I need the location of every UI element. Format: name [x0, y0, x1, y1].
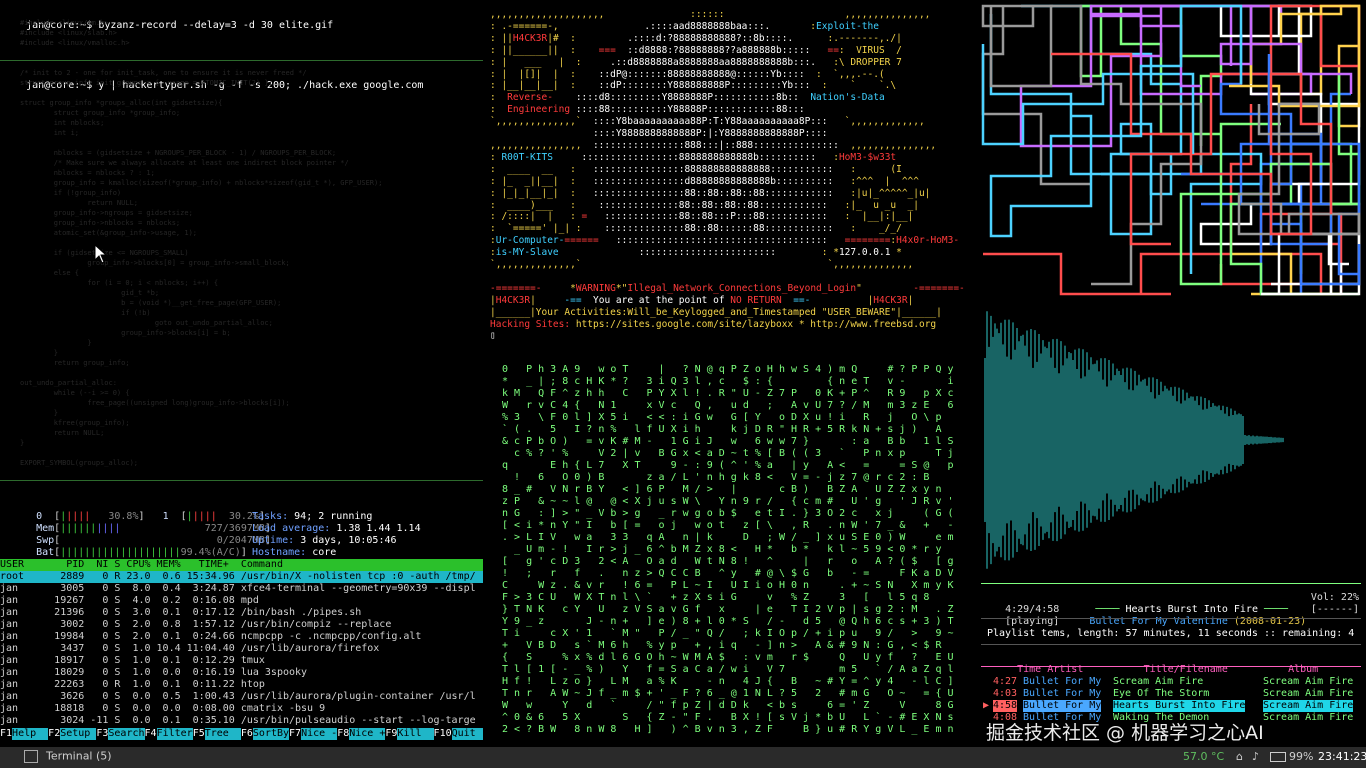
playlist-artist: Bullet For My	[1023, 676, 1102, 687]
process-row[interactable]: root 2889 0 R 23.0 0.6 15:34.96 /usr/bin…	[0, 571, 483, 583]
playlist-album: Scream Aim Fire	[1263, 688, 1354, 699]
htop-pane[interactable]: 0 [||||| 30.8%] 1 [||||| 30.2%] Mem[||||…	[0, 480, 483, 742]
process-row[interactable]: jan 3437 0 S 1.0 10.4 11:04.40 /usr/lib/…	[0, 643, 483, 655]
function-key-label[interactable]: Nice +	[349, 728, 386, 740]
function-key-label[interactable]: SortBy	[252, 728, 290, 740]
hacker-tag: H4CK3R	[512, 32, 548, 44]
player-flags: [------]	[1310, 604, 1359, 615]
warning-label: WARNING	[575, 282, 616, 294]
function-key: F3	[96, 728, 109, 739]
current-track-marker: ▶	[983, 700, 990, 711]
volume-icon[interactable]: ♪	[1252, 751, 1259, 763]
function-key: F8	[337, 728, 350, 739]
process-table-header[interactable]: USER PID NI S CPU% MEM% TIME+ Command	[0, 559, 483, 571]
process-row[interactable]: jan 3024 -11 S 0.0 0.1 0:35.10 /usr/bin/…	[0, 715, 483, 727]
no-return-text: NO RETURN	[730, 294, 782, 306]
terminal-pane-top[interactable]: jan@core:~$ byzanz-record --delay=3 -d 3…	[0, 4, 483, 478]
function-key: F2	[48, 728, 61, 739]
playlist-title: Scream Aim Fire	[1113, 676, 1204, 687]
function-key: F1	[0, 728, 13, 739]
playlist-album: Scream Aim Fire	[1263, 676, 1354, 687]
function-key-label[interactable]: Nice -	[301, 728, 338, 740]
battery-level: 99%	[1289, 750, 1314, 763]
pipes-pane[interactable]	[981, 4, 1361, 296]
watermark: 掘金技术社区 @ 机器学习之心AI	[986, 722, 1264, 744]
playlist-time: 4:27	[993, 676, 1018, 687]
playlist-artist: Bullet For My	[1023, 700, 1102, 712]
playlist-artist: Bullet For My	[1023, 688, 1102, 699]
battery-icon[interactable]	[1270, 752, 1286, 762]
cmatrix-pane[interactable]: 0 P h 3 A 9 w o T | ? N @ q P Z o H h w …	[488, 362, 972, 742]
function-key-label[interactable]: Help	[12, 728, 49, 740]
process-row[interactable]: jan 3626 0 S 0.0 0.5 1:00.43 /usr/lib/au…	[0, 691, 483, 703]
taskbar: Terminal (5) 掘金技术社区 @ 机器学习之心AI 57.0 °C ⌂…	[0, 722, 1366, 768]
playlist-title: Hearts Burst Into Fire	[1113, 700, 1246, 712]
warning-message: Illegal_Network_Connections_Beyond_Login	[627, 282, 857, 294]
ascii-banner: ,,,,,,,,,,,,,,,,,,,, :::::: ,,,,,,,,,,,,…	[490, 9, 965, 342]
process-row[interactable]: jan 19984 0 S 2.0 0.1 0:24.66 ncmpcpp -c…	[0, 631, 483, 643]
function-key: F6	[240, 728, 253, 739]
terminal-icon	[24, 750, 38, 763]
function-key-label[interactable]: Filter	[156, 728, 193, 740]
playlist-title: Eye Of The Storm	[1113, 688, 1210, 699]
hackertyper-code: #include <linux/mm.h> #include <linux/sl…	[20, 19, 383, 467]
task-label: Terminal (5)	[46, 749, 112, 763]
volume-indicator: Vol: 22%	[1310, 592, 1359, 603]
matrix-rain: 0 P h 3 A 9 w o T | ? N @ q P Z o H h w …	[502, 364, 954, 735]
temperature: 57.0 °C	[1183, 750, 1225, 763]
process-row[interactable]: jan 3002 0 S 2.0 0.8 1:57.12 /usr/bin/co…	[0, 619, 483, 631]
function-key: F4	[144, 728, 157, 739]
function-key-label[interactable]: Search	[108, 728, 145, 740]
function-key: F5	[192, 728, 205, 739]
playlist-row[interactable]: 4:58 Bullet For My Hearts Burst Into Fire S…	[981, 700, 1361, 712]
function-key: F7	[289, 728, 302, 739]
hacker-banner-pane[interactable]: ,,,,,,,,,,,,,,,,,,,, :::::: ,,,,,,,,,,,,…	[488, 4, 972, 358]
audio-visualizer	[984, 311, 1284, 569]
function-key: F10	[433, 728, 452, 739]
process-row[interactable]: jan 21396 0 S 3.0 0.1 0:17.12 /bin/bash …	[0, 607, 483, 619]
playlist-album: Scream Aim Fire	[1263, 712, 1354, 723]
htop-info: Tasks: 94; 2 running Load average: 1.38 …	[252, 511, 421, 558]
playlist-row[interactable]: 4:27 Bullet For My Scream Aim Fire Scream A…	[981, 676, 1361, 688]
htop-function-keys: F1Help F2Setup F3SearchF4FilterF5Tree F6…	[0, 728, 483, 740]
mouse-pointer-icon	[94, 244, 108, 264]
process-row[interactable]: jan 19267 0 S 4.0 0.2 0:16.08 mpd	[0, 595, 483, 607]
process-row[interactable]: jan 3005 0 S 8.0 0.4 3:24.87 xfce4-termi…	[0, 583, 483, 595]
playlist-info: Playlist tems, length: 57 minutes, 11 se…	[987, 628, 1355, 639]
playlist-time: 4:03	[993, 688, 1018, 699]
process-row[interactable]: jan 22263 0 R 1.0 0.1 0:11.22 htop	[0, 679, 483, 691]
function-key-label[interactable]: Quit	[451, 728, 483, 740]
clock: 23:41:23	[1318, 750, 1366, 763]
pipes-animation	[981, 4, 1361, 296]
terminal-task-button[interactable]: Terminal (5)	[24, 750, 112, 763]
function-key-label[interactable]: Kill	[397, 728, 434, 740]
process-row[interactable]: jan 18917 0 S 1.0 0.1 0:12.29 tmux	[0, 655, 483, 667]
process-row[interactable]: jan 18818 0 S 0.0 0.0 0:08.00 cmatrix -b…	[0, 703, 483, 715]
playlist-album: Scream Aim Fire	[1263, 700, 1354, 712]
process-row[interactable]: jan 18029 0 S 1.0 0.0 0:16.19 lua 3spook…	[0, 667, 483, 679]
function-key: F9	[385, 728, 398, 739]
function-key-label[interactable]: Setup	[60, 728, 97, 740]
process-table: root 2889 0 R 23.0 0.6 15:34.96 /usr/bin…	[0, 571, 483, 727]
function-key-label[interactable]: Tree	[204, 728, 241, 740]
playlist: 4:27 Bullet For My Scream Aim Fire Scream A…	[981, 676, 1361, 724]
playlist-row[interactable]: 4:03 Bullet For My Eye Of The Storm Scream …	[981, 688, 1361, 700]
ncmpcpp-pane[interactable]: 4:29/4:58 ──── Hearts Burst Into Fire ──…	[981, 300, 1361, 742]
network-icon[interactable]: ⌂	[1236, 751, 1243, 763]
playlist-time: 4:58	[993, 700, 1018, 712]
